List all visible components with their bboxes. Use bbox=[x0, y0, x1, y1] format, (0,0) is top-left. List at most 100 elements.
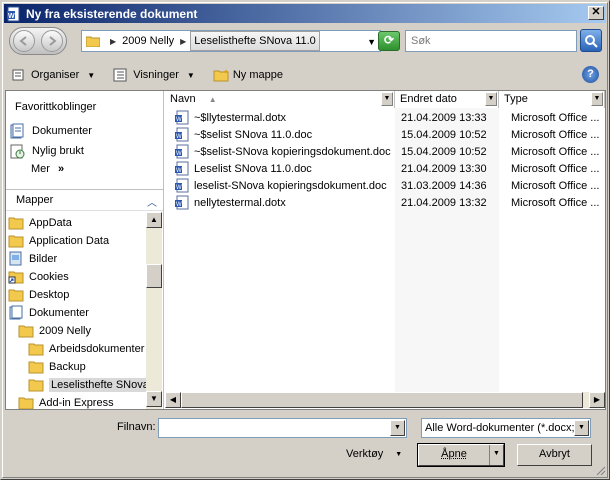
cancel-button[interactable]: Avbryt bbox=[517, 444, 592, 466]
svg-text:W: W bbox=[8, 13, 15, 20]
folder-tree-scrollbar[interactable]: ▲ ▼ bbox=[146, 212, 162, 409]
word-document-icon: W bbox=[175, 127, 189, 142]
tree-item-add-in-express[interactable]: Add-in Express bbox=[18, 394, 114, 409]
back-arrow-icon bbox=[19, 36, 27, 46]
tree-item-label: Bilder bbox=[29, 252, 58, 265]
folders-header[interactable]: Mapper ︿ bbox=[6, 189, 163, 211]
help-button[interactable]: ? bbox=[582, 66, 599, 83]
file-name: nellytestermal.dotx bbox=[194, 196, 286, 209]
breadcrumb-separator-icon[interactable]: ▶ bbox=[176, 37, 190, 46]
tree-item-desktop[interactable]: Desktop bbox=[8, 286, 69, 303]
favorite-label: Nylig brukt bbox=[32, 145, 84, 157]
file-name: leselist-SNova kopieringsdokument.doc bbox=[194, 179, 387, 192]
file-type: Microsoft Office ... bbox=[511, 128, 600, 141]
column-dropdown-icon[interactable]: ▼ bbox=[381, 92, 393, 106]
open-button[interactable]: Åpne ▼ bbox=[417, 443, 505, 467]
file-row[interactable]: W Leselist SNova 11.0.doc 21.04.2009 13:3… bbox=[165, 160, 605, 177]
views-button[interactable]: Visninger ▼ bbox=[107, 64, 201, 86]
tree-item-leselisthefte-snova[interactable]: Leselisthefte SNova bbox=[28, 376, 146, 393]
tree-item-2009-nelly[interactable]: 2009 Nelly bbox=[18, 322, 91, 339]
column-dropdown-icon[interactable]: ▼ bbox=[485, 92, 497, 106]
filename-label: Filnavn: bbox=[117, 421, 156, 433]
breadcrumb-2009-nelly[interactable]: 2009 Nelly bbox=[120, 31, 176, 51]
title-bar[interactable]: W Ny fra eksisterende dokument ✕ bbox=[4, 4, 606, 23]
open-dropdown-icon[interactable]: ▼ bbox=[489, 445, 503, 465]
new-folder-button[interactable]: ✦ Ny mappe bbox=[207, 64, 289, 86]
svg-text:W: W bbox=[176, 168, 182, 174]
file-row[interactable]: W ~$selist SNova 11.0.doc 15.04.2009 10:5… bbox=[165, 126, 605, 143]
scrollbar-thumb[interactable] bbox=[146, 264, 162, 288]
scroll-left-button[interactable]: ◀ bbox=[165, 392, 181, 408]
tree-item-appdata[interactable]: AppData bbox=[8, 214, 72, 231]
documents-icon bbox=[10, 123, 24, 139]
column-headers: Navn ▲ ▼ Endret dato ▼ Type ▼ bbox=[165, 91, 605, 108]
command-toolbar: Organiser ▼ Visninger ▼ ✦ Ny mappe ? bbox=[5, 62, 605, 88]
file-name: ~$selist SNova 11.0.doc bbox=[194, 128, 313, 141]
tree-item-label: Add-in Express bbox=[39, 396, 114, 409]
scroll-right-button[interactable]: ▶ bbox=[589, 392, 605, 408]
svg-text:✦: ✦ bbox=[223, 68, 229, 76]
column-dropdown-icon[interactable]: ▼ bbox=[591, 92, 603, 106]
word-document-icon: W bbox=[175, 144, 189, 159]
resize-grip-icon[interactable] bbox=[594, 464, 606, 476]
search-button[interactable] bbox=[580, 29, 602, 52]
new-folder-icon: ✦ bbox=[213, 68, 229, 82]
folder-icon bbox=[8, 289, 24, 302]
file-date: 21.04.2009 13:30 bbox=[401, 162, 487, 175]
word-document-icon: W bbox=[175, 161, 189, 176]
address-bar[interactable]: ▶ 2009 Nelly ▶ Leselisthefte SNova 11.0 … bbox=[81, 30, 381, 52]
file-row[interactable]: Wnellytestermal.dotx 21.04.2009 13:32 Mi… bbox=[165, 194, 605, 211]
tree-item-application-data[interactable]: Application Data bbox=[8, 232, 109, 249]
file-type: Microsoft Office ... bbox=[511, 145, 600, 158]
collapse-chevron-icon[interactable]: ︿ bbox=[147, 194, 157, 209]
column-header-name[interactable]: Navn ▲ ▼ bbox=[165, 91, 395, 108]
file-type-filter-select[interactable]: Alle Word-dokumenter (*.docx;* ▼ bbox=[421, 418, 591, 438]
forward-button[interactable] bbox=[41, 30, 63, 52]
breadcrumb-separator-icon[interactable]: ▶ bbox=[106, 37, 120, 46]
tree-item-label: Backup bbox=[49, 360, 86, 373]
new-folder-label: Ny mappe bbox=[232, 69, 283, 81]
close-button[interactable]: ✕ bbox=[588, 6, 604, 20]
more-favorites-link[interactable]: Mer » bbox=[31, 163, 64, 175]
tools-button[interactable]: Verktøy ▼ bbox=[346, 448, 402, 460]
filter-dropdown-icon[interactable]: ▼ bbox=[574, 420, 589, 436]
column-header-date[interactable]: Endret dato ▼ bbox=[395, 91, 499, 108]
favorite-documents[interactable]: Dokumenter bbox=[9, 122, 92, 140]
tree-item-arbeidsdokumenter[interactable]: Arbeidsdokumenter bbox=[28, 340, 144, 357]
back-button[interactable] bbox=[13, 30, 35, 52]
file-list-horizontal-scrollbar[interactable]: ◀ ▶ bbox=[165, 392, 605, 408]
file-date: 15.04.2009 10:52 bbox=[401, 145, 487, 158]
refresh-button[interactable]: ⟳ bbox=[378, 31, 400, 51]
file-row[interactable]: W ~$selist-SNova kopieringsdokument.doc 1… bbox=[165, 143, 605, 160]
file-type: Microsoft Office ... bbox=[511, 179, 600, 192]
tree-item-cookies[interactable]: Cookies bbox=[8, 268, 69, 285]
tree-item-bilder[interactable]: Bilder bbox=[8, 250, 57, 267]
folder-icon bbox=[28, 343, 44, 356]
column-header-type[interactable]: Type ▼ bbox=[499, 91, 605, 108]
scrollbar-thumb[interactable] bbox=[181, 392, 583, 408]
scroll-down-icon: ▼ bbox=[150, 394, 158, 403]
file-row[interactable]: W ~$llytestermal.dotx 21.04.2009 13:33 Mi… bbox=[165, 109, 605, 126]
tree-item-label: Arbeidsdokumenter bbox=[49, 342, 145, 355]
scroll-up-button[interactable]: ▲ bbox=[146, 212, 162, 228]
organize-icon bbox=[12, 69, 24, 81]
address-dropdown-icon[interactable]: ▼ bbox=[367, 37, 376, 47]
filename-input[interactable]: ▼ bbox=[158, 418, 407, 438]
folder-icon bbox=[8, 217, 24, 230]
word-app-icon: W bbox=[6, 6, 22, 22]
history-buttons bbox=[9, 27, 67, 55]
tree-item-backup[interactable]: Backup bbox=[28, 358, 86, 375]
close-icon: ✕ bbox=[591, 6, 601, 18]
filename-dropdown-icon[interactable]: ▼ bbox=[390, 420, 405, 436]
favorite-recent[interactable]: Nylig brukt bbox=[9, 142, 84, 160]
file-row[interactable]: Wleselist-SNova kopieringsdokument.doc 3… bbox=[165, 177, 605, 194]
tree-item-dokumenter[interactable]: Dokumenter bbox=[8, 304, 89, 321]
search-input[interactable]: Søk bbox=[405, 30, 577, 52]
tree-item-label: Cookies bbox=[29, 270, 69, 283]
organize-button[interactable]: Organiser ▼ bbox=[5, 64, 101, 86]
tools-label: Verktøy bbox=[346, 448, 384, 460]
folder-icon bbox=[86, 36, 100, 47]
scroll-down-button[interactable]: ▼ bbox=[146, 391, 162, 407]
organize-dropdown-icon: ▼ bbox=[87, 70, 96, 80]
breadcrumb-current-folder[interactable]: Leselisthefte SNova 11.0 bbox=[190, 31, 320, 51]
